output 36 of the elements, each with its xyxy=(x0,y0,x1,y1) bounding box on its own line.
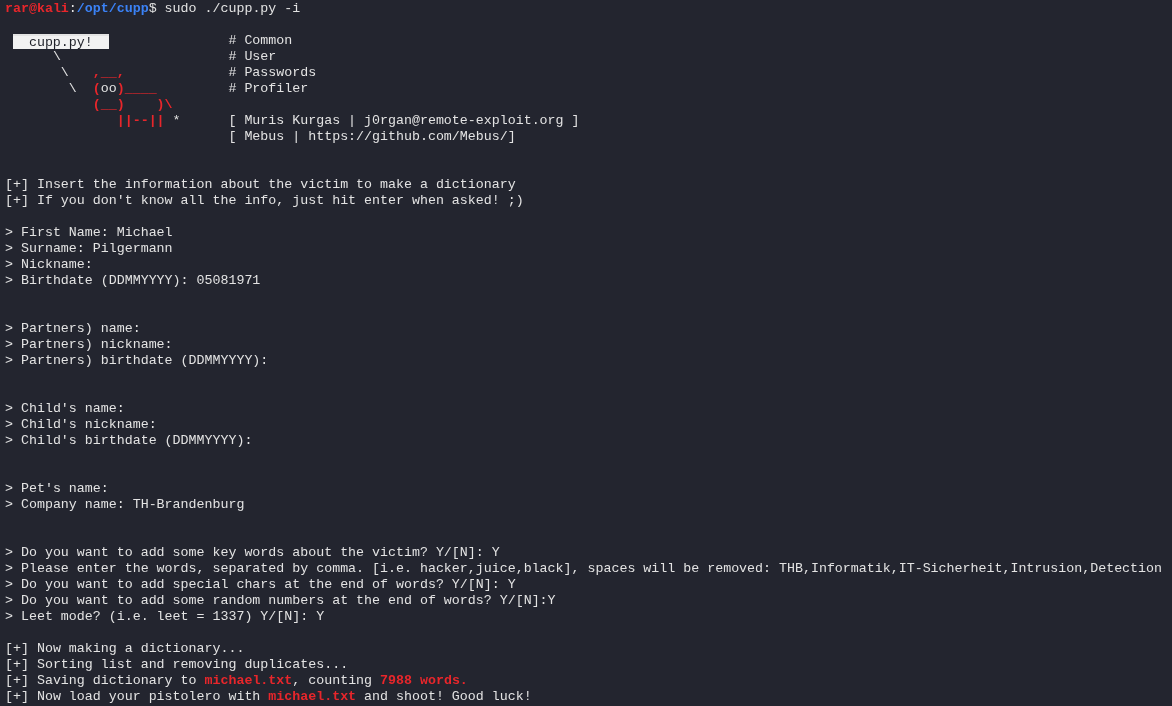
terminal-line: > Birthdate (DDMMYYYY): 05081971 xyxy=(5,273,261,288)
terminal-line: > Partners) name: xyxy=(5,321,141,336)
terminal-line: > Child's nickname: xyxy=(5,417,157,432)
terminal-line: > Company name: TH-Brandenburg xyxy=(5,497,245,512)
terminal-line: > First Name: Michael xyxy=(5,225,173,240)
banner-label: cupp.py! xyxy=(12,33,109,49)
terminal-text: # User xyxy=(228,49,277,64)
terminal-line: [+] If you don't know all the info, just hit enter when asked! ;) xyxy=(5,193,524,208)
terminal-line: > Please enter the words, separated by comma. [i.e. hacker,juice,black], spaces will be removed: THB,Informatik,IT-Sicherheit,Intrusion,Detection xyxy=(5,561,1163,576)
terminal-line: [+] Saving dictionary to michael.txt, counting 7988 words. xyxy=(5,673,468,688)
terminal-line: [+] Now load your pistolero with michael.txt and shoot! Good luck! xyxy=(5,689,532,704)
ascii-art: \ xyxy=(51,49,61,64)
terminal-line: [+] Sorting list and removing duplicates... xyxy=(5,657,349,672)
terminal-line: > Child's birthdate (DDMMYYYY): xyxy=(5,433,253,448)
ascii-art: \ (oo)____ xyxy=(67,81,157,96)
terminal-line: > Leet mode? (i.e. leet = 1337) Y/[N]: Y xyxy=(5,609,325,624)
terminal-line: > Child's name: xyxy=(5,401,125,416)
terminal-line: > Do you want to add some key words about the victim? Y/[N]: Y xyxy=(5,545,500,560)
terminal-line: > Pet's name: xyxy=(5,481,109,496)
terminal-text: # Common xyxy=(228,33,293,48)
terminal-line: > Partners) birthdate (DDMMYYYY): xyxy=(5,353,269,368)
terminal-line: rar@kali:/opt/cupp$ sudo ./cupp.py -i xyxy=(5,1,301,16)
terminal-text: # Profiler xyxy=(228,81,309,96)
ascii-art: ||--|| * xyxy=(115,113,181,128)
terminal-line: > Do you want to add special chars at the end of words? Y/[N]: Y xyxy=(5,577,516,592)
terminal-line: > Partners) nickname: xyxy=(5,337,173,352)
ascii-art: (__) )\ xyxy=(91,97,173,112)
terminal-text: [ Muris Kurgas | j0rgan@remote-exploit.org ] xyxy=(228,113,580,128)
terminal-line: > Nickname: xyxy=(5,257,93,272)
terminal-line: > Surname: Pilgermann xyxy=(5,241,173,256)
terminal-line: [+] Now making a dictionary... xyxy=(5,641,245,656)
terminal-line: > Do you want to add some random numbers at the end of words? Y/[N]:Y xyxy=(5,593,556,608)
terminal-text: [ Mebus | https://github.com/Mebus/] xyxy=(228,129,516,144)
ascii-art: \ ,__, xyxy=(59,65,125,80)
terminal-line: [+] Insert the information about the victim to make a dictionary xyxy=(5,177,516,192)
terminal-text: # Passwords xyxy=(228,65,317,80)
